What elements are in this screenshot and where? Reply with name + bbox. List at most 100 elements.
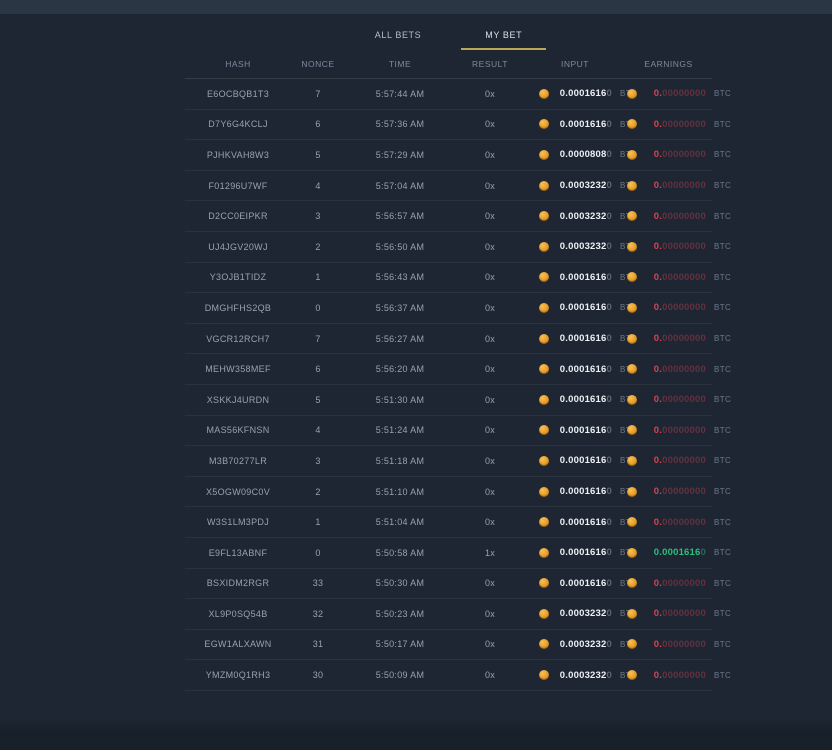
nonce-cell: 32 bbox=[291, 609, 345, 619]
result-cell: 0x bbox=[455, 119, 525, 129]
hash-cell: XL9P0SQ54B bbox=[185, 609, 291, 619]
input-value: 0.00016160 bbox=[556, 364, 612, 375]
earnings-value: 0.00000000 bbox=[644, 119, 706, 130]
earnings-cell: 0.00000000 BTC bbox=[625, 180, 712, 191]
btc-coin-icon bbox=[627, 487, 637, 497]
nonce-cell: 31 bbox=[291, 639, 345, 649]
input-cell: 0.00016160 BTC bbox=[525, 425, 625, 436]
hash-cell: D2CC0EIPKR bbox=[185, 211, 291, 221]
nonce-cell: 30 bbox=[291, 670, 345, 680]
earnings-cell: 0.00000000 BTC bbox=[625, 517, 712, 528]
earnings-value: 0.00000000 bbox=[644, 639, 706, 650]
input-value: 0.00016160 bbox=[556, 333, 612, 344]
time-cell: 5:51:24 AM bbox=[345, 425, 455, 435]
currency-label: BTC bbox=[714, 487, 731, 496]
input-value: 0.00016160 bbox=[556, 88, 612, 99]
currency-label: BTC bbox=[714, 212, 731, 221]
earnings-cell: 0.00000000 BTC bbox=[625, 578, 712, 589]
nonce-cell: 4 bbox=[291, 181, 345, 191]
result-cell: 1x bbox=[455, 548, 525, 558]
tab-my-bet[interactable]: MY BET bbox=[475, 24, 532, 50]
result-cell: 0x bbox=[455, 395, 525, 405]
result-cell: 0x bbox=[455, 517, 525, 527]
bet-row: E9FL13ABNF 0 5:50:58 AM 1x 0.00016160 BT… bbox=[185, 538, 712, 569]
btc-coin-icon bbox=[539, 670, 549, 680]
input-cell: 0.00016160 BTC bbox=[525, 364, 625, 375]
result-cell: 0x bbox=[455, 578, 525, 588]
bet-row: F01296U7WF 4 5:57:04 AM 0x 0.00032320 BT… bbox=[185, 171, 712, 202]
nonce-cell: 0 bbox=[291, 548, 345, 558]
input-value: 0.00016160 bbox=[556, 272, 612, 283]
btc-coin-icon bbox=[627, 334, 637, 344]
earnings-cell: 0.00000000 BTC bbox=[625, 394, 712, 405]
tab-all-bets[interactable]: ALL BETS bbox=[365, 24, 432, 50]
input-cell: 0.00016160 BTC bbox=[525, 302, 625, 313]
earnings-cell: 0.00000000 BTC bbox=[625, 272, 712, 283]
bet-row: E6OCBQB1T3 7 5:57:44 AM 0x 0.00016160 BT… bbox=[185, 79, 712, 110]
nonce-cell: 1 bbox=[291, 272, 345, 282]
result-cell: 0x bbox=[455, 364, 525, 374]
col-input: INPUT bbox=[525, 59, 625, 69]
result-cell: 0x bbox=[455, 670, 525, 680]
btc-coin-icon bbox=[539, 609, 549, 619]
input-value: 0.00016160 bbox=[556, 486, 612, 497]
earnings-value: 0.00000000 bbox=[644, 517, 706, 528]
earnings-value: 0.00000000 bbox=[644, 608, 706, 619]
hash-cell: UJ4JGV20WJ bbox=[185, 242, 291, 252]
hash-cell: Y3OJB1TIDZ bbox=[185, 272, 291, 282]
earnings-cell: 0.00000000 BTC bbox=[625, 670, 712, 681]
earnings-value: 0.00000000 bbox=[644, 486, 706, 497]
table-header: HASH NONCE TIME RESULT INPUT EARNINGS bbox=[185, 50, 712, 79]
hash-cell: BSXIDM2RGR bbox=[185, 578, 291, 588]
input-value: 0.00032320 bbox=[556, 608, 612, 619]
hash-cell: MAS56KFNSN bbox=[185, 425, 291, 435]
bet-row: XL9P0SQ54B 32 5:50:23 AM 0x 0.00032320 B… bbox=[185, 599, 712, 630]
result-cell: 0x bbox=[455, 425, 525, 435]
col-time: TIME bbox=[345, 59, 455, 69]
earnings-value: 0.00016160 bbox=[644, 547, 706, 558]
nonce-cell: 2 bbox=[291, 487, 345, 497]
btc-coin-icon bbox=[627, 242, 637, 252]
currency-label: BTC bbox=[714, 120, 731, 129]
time-cell: 5:50:23 AM bbox=[345, 609, 455, 619]
time-cell: 5:56:27 AM bbox=[345, 334, 455, 344]
result-cell: 0x bbox=[455, 334, 525, 344]
input-cell: 0.00016160 BTC bbox=[525, 578, 625, 589]
input-cell: 0.00016160 BTC bbox=[525, 486, 625, 497]
input-cell: 0.00016160 BTC bbox=[525, 394, 625, 405]
hash-cell: E6OCBQB1T3 bbox=[185, 89, 291, 99]
earnings-value: 0.00000000 bbox=[644, 670, 706, 681]
time-cell: 5:50:30 AM bbox=[345, 578, 455, 588]
currency-label: BTC bbox=[714, 640, 731, 649]
hash-cell: F01296U7WF bbox=[185, 181, 291, 191]
btc-coin-icon bbox=[539, 272, 549, 282]
bet-row: EGW1ALXAWN 31 5:50:17 AM 0x 0.00032320 B… bbox=[185, 630, 712, 661]
hash-cell: MEHW358MEF bbox=[185, 364, 291, 374]
input-cell: 0.00032320 BTC bbox=[525, 639, 625, 650]
btc-coin-icon bbox=[627, 395, 637, 405]
earnings-value: 0.00000000 bbox=[644, 333, 706, 344]
btc-coin-icon bbox=[539, 456, 549, 466]
input-cell: 0.00032320 BTC bbox=[525, 241, 625, 252]
earnings-cell: 0.00000000 BTC bbox=[625, 455, 712, 466]
earnings-value: 0.00000000 bbox=[644, 88, 706, 99]
time-cell: 5:51:04 AM bbox=[345, 517, 455, 527]
btc-coin-icon bbox=[627, 517, 637, 527]
result-cell: 0x bbox=[455, 609, 525, 619]
btc-coin-icon bbox=[627, 89, 637, 99]
btc-coin-icon bbox=[627, 119, 637, 129]
earnings-cell: 0.00000000 BTC bbox=[625, 211, 712, 222]
currency-label: BTC bbox=[714, 181, 731, 190]
time-cell: 5:56:37 AM bbox=[345, 303, 455, 313]
input-value: 0.00016160 bbox=[556, 578, 612, 589]
hash-cell: E9FL13ABNF bbox=[185, 548, 291, 558]
earnings-cell: 0.00000000 BTC bbox=[625, 119, 712, 130]
earnings-cell: 0.00000000 BTC bbox=[625, 486, 712, 497]
col-result: RESULT bbox=[455, 59, 525, 69]
btc-coin-icon bbox=[627, 150, 637, 160]
earnings-value: 0.00000000 bbox=[644, 364, 706, 375]
time-cell: 5:56:57 AM bbox=[345, 211, 455, 221]
input-value: 0.00032320 bbox=[556, 211, 612, 222]
time-cell: 5:57:04 AM bbox=[345, 181, 455, 191]
btc-coin-icon bbox=[627, 639, 637, 649]
